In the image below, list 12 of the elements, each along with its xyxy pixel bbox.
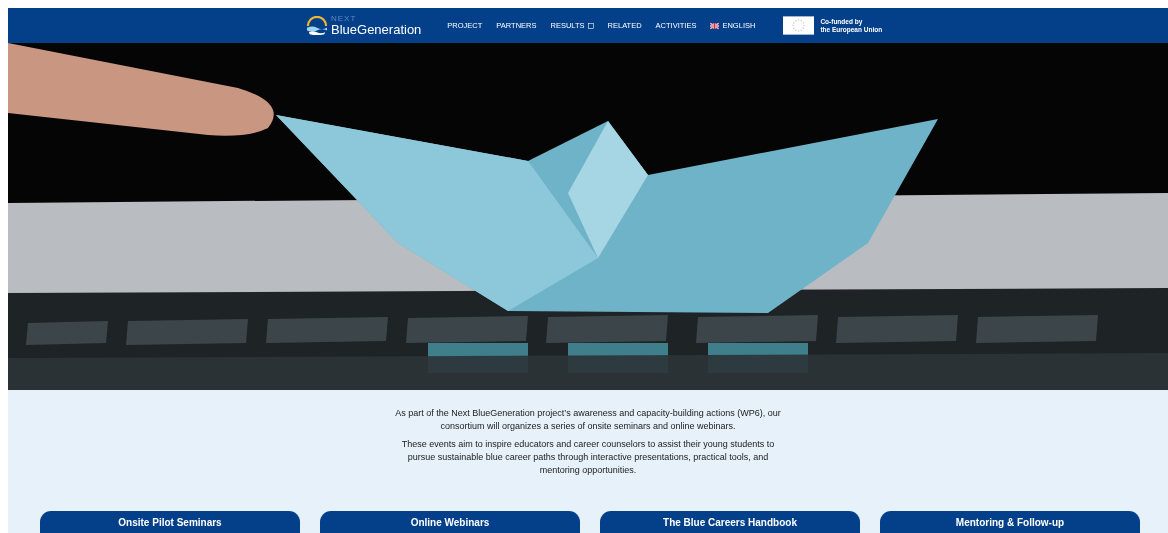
section-button[interactable]: Online Webinars — [320, 511, 580, 533]
logo-name: BlueGeneration — [331, 23, 422, 36]
dropdown-icon — [587, 22, 594, 29]
section-button[interactable]: Onsite Pilot Seminars — [40, 511, 300, 533]
logo-tagline: NEXT — [331, 15, 358, 23]
uk-flag-icon — [710, 22, 720, 29]
intro-paragraph: As part of the Next BlueGeneration project’s awareness and capacity-building actions (WP6), our consortium will organizes a series of onsite seminars and online webinars. — [394, 407, 782, 433]
intro-paragraph: These events aim to inspire educators and career counselors to assist their young students to pursue sustainable blue career paths through interactive presentations, practical tools, and mentoring opportunities. — [400, 438, 776, 477]
eu-flag-icon — [783, 16, 815, 35]
section-button[interactable]: The Blue Careers Handbook — [600, 511, 860, 533]
section-button[interactable]: Mentoring & Follow-up — [880, 511, 1140, 533]
sun-wave-logo-icon — [306, 15, 328, 36]
